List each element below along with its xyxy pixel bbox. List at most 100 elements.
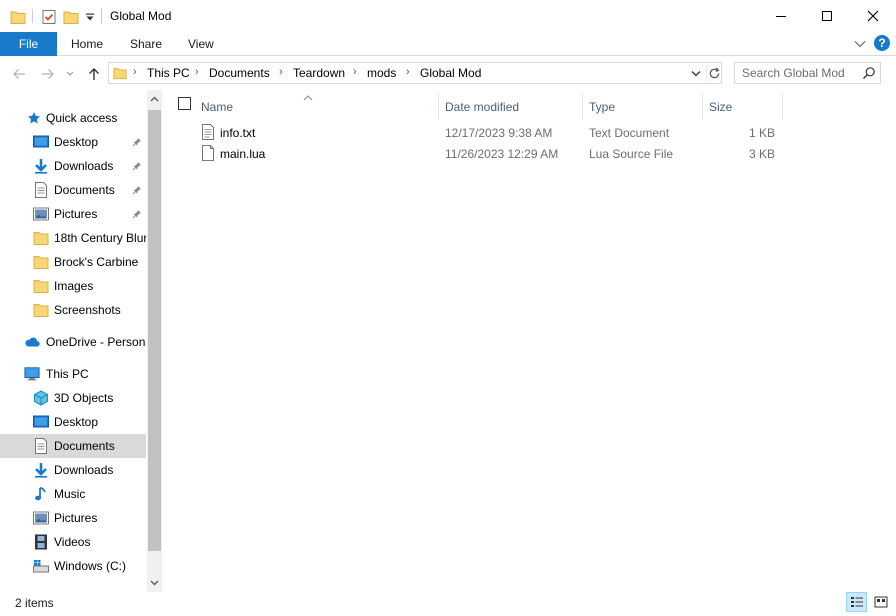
file-list: Name Date modified Type Size info.txt 12… <box>163 90 896 592</box>
nav-label: Quick access <box>46 111 118 125</box>
folder-icon <box>33 302 49 318</box>
expand-ribbon-button[interactable] <box>852 36 868 52</box>
generic-file-icon <box>201 145 215 164</box>
nav-item-images[interactable]: Images <box>0 274 146 298</box>
file-name: main.lua <box>220 147 266 161</box>
nav-item-brocks-carbine[interactable]: Brock's Carbine <box>0 250 146 274</box>
column-header-type[interactable]: Type <box>589 94 615 120</box>
nav-label: Pictures <box>54 511 98 525</box>
nav-item-documents[interactable]: Documents <box>0 434 146 458</box>
chevron-down-icon <box>854 41 866 48</box>
scroll-up-button[interactable] <box>147 90 162 108</box>
details-view-button[interactable] <box>846 592 867 612</box>
file-row[interactable]: info.txt 12/17/2023 9:38 AM Text Documen… <box>196 122 786 143</box>
document-icon <box>33 182 49 198</box>
pictures-icon <box>33 510 49 526</box>
nav-this-pc[interactable]: This PC <box>0 362 146 386</box>
recent-locations-button[interactable] <box>64 65 76 83</box>
help-button[interactable]: ? <box>874 35 890 51</box>
nav-item-18th-century-blur[interactable]: 18th Century Blur <box>0 226 146 250</box>
nav-item-3d-objects[interactable]: 3D Objects <box>0 386 146 410</box>
ribbon: File Home Share View ? <box>0 32 896 56</box>
forward-button[interactable] <box>39 65 57 83</box>
address-history-button[interactable] <box>689 66 703 80</box>
column-divider[interactable] <box>702 92 703 120</box>
nav-item-desktop[interactable]: Desktop <box>0 410 146 434</box>
download-arrow-icon <box>33 158 49 174</box>
desktop-icon <box>33 414 49 430</box>
close-button[interactable] <box>850 0 896 32</box>
maximize-button[interactable] <box>804 0 850 32</box>
nav-onedrive[interactable]: OneDrive - Persona <box>0 330 146 354</box>
column-divider[interactable] <box>582 92 583 120</box>
breadcrumb-separator: › <box>353 66 357 78</box>
nav-quick-access[interactable]: Quick access <box>0 106 146 130</box>
breadcrumb-documents[interactable]: Documents <box>209 66 270 80</box>
nav-item-downloads-pinned[interactable]: Downloads <box>0 154 146 178</box>
column-divider[interactable] <box>438 92 439 120</box>
nav-item-screenshots[interactable]: Screenshots <box>0 298 146 322</box>
nav-label: Videos <box>54 535 91 549</box>
refresh-button[interactable] <box>706 65 722 81</box>
large-icons-view-button[interactable] <box>870 592 891 612</box>
pin-icon <box>132 160 142 174</box>
desktop-icon <box>33 134 49 150</box>
navigation-pane: Quick access Desktop Downloads Documents… <box>0 90 162 592</box>
properties-icon[interactable] <box>40 8 58 26</box>
nav-item-windows-c[interactable]: Windows (C:) <box>0 554 146 578</box>
scroll-down-button[interactable] <box>147 574 162 592</box>
column-divider[interactable] <box>782 92 783 120</box>
file-date: 12/17/2023 9:38 AM <box>445 126 553 140</box>
nav-item-pictures-pinned[interactable]: Pictures <box>0 202 146 226</box>
breadcrumb-mods[interactable]: mods <box>367 66 396 80</box>
column-header-date-modified[interactable]: Date modified <box>445 94 519 120</box>
search-placeholder: Search Global Mod <box>742 66 845 80</box>
nav-item-documents-pinned[interactable]: Documents <box>0 178 146 202</box>
title-divider <box>101 8 102 24</box>
breadcrumb-this-pc[interactable]: This PC <box>147 66 190 80</box>
cube-icon <box>33 390 49 406</box>
document-icon <box>33 438 49 454</box>
back-button[interactable] <box>10 65 28 83</box>
select-all-checkbox[interactable] <box>178 97 191 110</box>
nav-label: 18th Century Blur <box>54 231 146 245</box>
window-title: Global Mod <box>110 9 172 23</box>
column-header-size[interactable]: Size <box>709 94 732 120</box>
column-header-name[interactable]: Name <box>201 94 233 120</box>
minimize-button[interactable] <box>758 0 804 32</box>
nav-item-downloads[interactable]: Downloads <box>0 458 146 482</box>
download-arrow-icon <box>33 462 49 478</box>
breadcrumb-teardown[interactable]: Teardown <box>293 66 345 80</box>
text-file-icon <box>201 124 215 143</box>
nav-label: OneDrive - Persona <box>46 335 146 349</box>
nav-item-music[interactable]: Music <box>0 482 146 506</box>
nav-label: Screenshots <box>54 303 121 317</box>
qa-divider <box>32 9 33 23</box>
up-button[interactable] <box>85 65 103 83</box>
tab-home[interactable]: Home <box>71 32 103 56</box>
title-bar: Global Mod <box>0 0 896 32</box>
nav-label: Pictures <box>54 207 98 221</box>
scrollbar-thumb[interactable] <box>148 110 161 551</box>
breadcrumb-separator: › <box>133 66 137 78</box>
search-input[interactable]: Search Global Mod <box>734 62 881 84</box>
new-folder-icon[interactable] <box>62 8 80 26</box>
maximize-icon <box>822 11 832 21</box>
nav-item-pictures[interactable]: Pictures <box>0 506 146 530</box>
address-bar[interactable]: › This PC › Documents › Teardown › mods … <box>108 62 722 84</box>
file-type: Lua Source File <box>589 147 674 161</box>
navigation-scrollbar[interactable] <box>147 90 162 592</box>
breadcrumb-global-mod[interactable]: Global Mod <box>420 66 481 80</box>
nav-item-videos[interactable]: Videos <box>0 530 146 554</box>
forward-arrow-icon <box>42 69 54 79</box>
nav-label: Music <box>54 487 86 501</box>
tab-file[interactable]: File <box>0 32 57 56</box>
tab-view[interactable]: View <box>188 32 214 56</box>
file-size: 1 KB <box>748 126 775 140</box>
customize-quick-access-icon[interactable] <box>84 8 96 26</box>
tab-share[interactable]: Share <box>130 32 162 56</box>
folder-icon <box>33 278 49 294</box>
chevron-down-icon <box>150 580 159 586</box>
nav-item-desktop-pinned[interactable]: Desktop <box>0 130 146 154</box>
file-row[interactable]: main.lua 11/26/2023 12:29 AM Lua Source … <box>196 143 786 164</box>
